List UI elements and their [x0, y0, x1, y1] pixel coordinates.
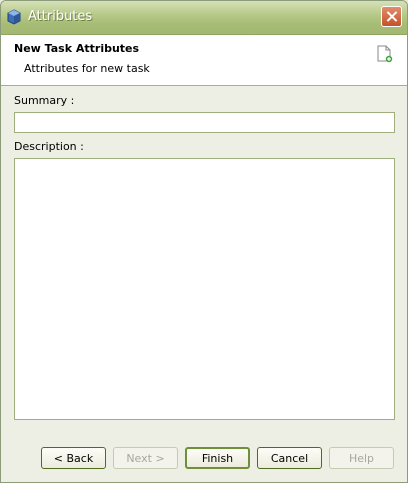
next-button[interactable]: Next > — [113, 447, 178, 469]
summary-input[interactable] — [14, 112, 395, 133]
header-panel: New Task Attributes Attributes for new t… — [1, 35, 407, 86]
close-icon[interactable] — [381, 6, 402, 27]
cancel-button[interactable]: Cancel — [257, 447, 322, 469]
header-title: New Task Attributes — [14, 42, 140, 55]
attributes-dialog: Attributes New Task Attributes Attribute… — [0, 0, 408, 483]
description-textarea[interactable] — [14, 158, 395, 420]
help-button[interactable]: Help — [329, 447, 394, 469]
header-subtitle: Attributes for new task — [24, 62, 150, 75]
title-bar[interactable]: Attributes — [1, 1, 407, 35]
window-title: Attributes — [28, 9, 93, 24]
back-button[interactable]: < Back — [41, 447, 106, 469]
description-label: Description : — [14, 140, 84, 153]
finish-button[interactable]: Finish — [185, 447, 250, 469]
summary-label: Summary : — [14, 94, 75, 107]
new-task-icon — [377, 45, 393, 63]
app-icon — [6, 9, 22, 25]
